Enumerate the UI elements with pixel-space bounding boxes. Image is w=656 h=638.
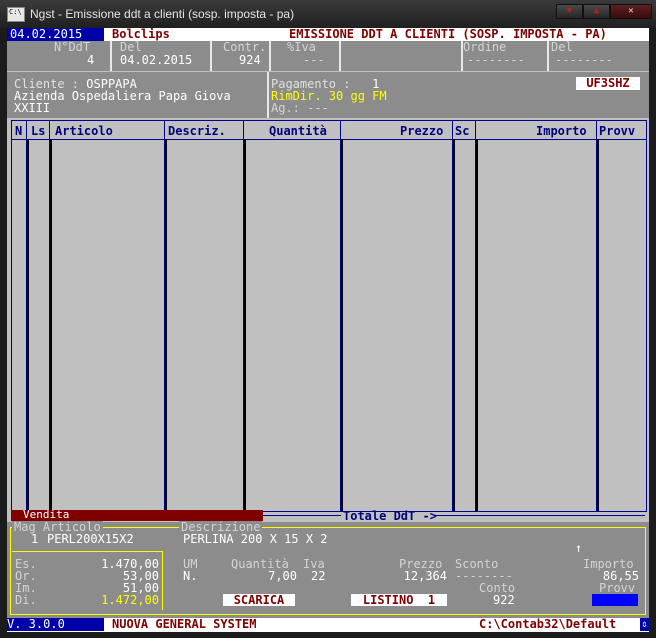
arrow-up-icon: ↑: [575, 541, 583, 555]
nddt-value[interactable]: 4: [87, 54, 94, 67]
customer-name-line2: XXIII: [14, 101, 51, 115]
close-button[interactable]: ✕: [610, 4, 652, 19]
scarica-button[interactable]: SCARICA: [223, 594, 295, 607]
console-icon-text: C:\: [9, 8, 22, 16]
resize-arrow-icon[interactable]: ⇕: [640, 618, 649, 631]
console-app-icon: C:\: [7, 7, 25, 22]
iva-detail-value[interactable]: 22: [311, 570, 325, 583]
grid-header-separator: [12, 139, 646, 140]
divider: [110, 41, 112, 71]
minimize-icon: ▼: [566, 6, 573, 16]
mag-value[interactable]: 1: [31, 533, 38, 546]
nddt-label: N°DdT: [54, 40, 91, 54]
date-value[interactable]: 04.02.2015: [120, 54, 192, 67]
grid-column-divider: [597, 139, 599, 511]
conto-value[interactable]: 922: [493, 594, 515, 607]
total-rule: [435, 515, 645, 516]
version-box: V. 3.0.0: [7, 618, 104, 631]
stock-label-di: Di.: [15, 593, 37, 607]
col-header-prezzo[interactable]: Prezzo: [400, 125, 443, 138]
articolo-value[interactable]: PERL200X15X2: [47, 533, 134, 546]
grid-column-divider: [244, 139, 246, 511]
agent-label: Ag.:: [271, 101, 300, 115]
col-header-descrizione[interactable]: Descriz.: [168, 125, 226, 138]
grid-column-divider: [476, 139, 478, 511]
agent-value[interactable]: ---: [307, 101, 329, 115]
console-client-area: 04.02.2015 Bolclips EMISSIONE DDT A CLIE…: [7, 28, 649, 632]
agent-line: Ag.: ---: [271, 102, 329, 115]
grid-column-divider: [165, 139, 167, 511]
col-header-quantita[interactable]: Quantità: [269, 125, 327, 138]
grid-column-divider: [50, 139, 52, 511]
grid-column-divider: [27, 139, 29, 511]
iva-value[interactable]: ---: [303, 54, 325, 67]
window-title: Ngst - Emissione ddt a clienti (sosp. im…: [30, 7, 295, 21]
window-titlebar[interactable]: C:\ Ngst - Emissione ddt a clienti (sosp…: [0, 0, 656, 28]
minimize-button[interactable]: ▼: [556, 4, 583, 19]
close-icon: ✕: [628, 6, 634, 16]
divider: [547, 41, 549, 71]
col-header-provv[interactable]: Provv: [599, 125, 635, 138]
order-date-value[interactable]: --------: [555, 54, 613, 67]
system-name: NUOVA GENERAL SYSTEM: [112, 617, 257, 631]
divider: [339, 41, 341, 71]
um-value[interactable]: N.: [183, 570, 197, 583]
grid-column-divider: [341, 139, 343, 511]
customer-code-box: UF3SHZ: [576, 77, 640, 90]
divider: [269, 41, 271, 71]
divider: [267, 72, 269, 118]
restore-button[interactable]: ▲: [583, 4, 610, 19]
col-header-ls[interactable]: Ls: [31, 125, 45, 138]
rows-grid[interactable]: N Ls Articolo Descriz. Quantità Prezzo S…: [11, 120, 647, 512]
col-header-sconto[interactable]: Sc: [455, 125, 469, 138]
path-text: C:\Contab32\Default: [479, 617, 617, 631]
prezzo-value[interactable]: 12,364: [387, 570, 447, 583]
contr-value[interactable]: 924: [239, 54, 261, 67]
restore-icon: ▲: [593, 6, 600, 16]
total-leader: [263, 515, 341, 516]
provv-field[interactable]: [592, 594, 638, 606]
col-header-articolo[interactable]: Articolo: [55, 125, 113, 138]
col-header-importo[interactable]: Importo: [536, 125, 587, 138]
version-text: V. 3.0.0: [7, 617, 65, 631]
col-header-n[interactable]: N: [15, 125, 22, 138]
grid-column-divider: [453, 139, 455, 511]
descrizione-value[interactable]: PERLINA 200 X 15 X 2: [183, 533, 328, 546]
ordine-value[interactable]: --------: [467, 54, 525, 67]
stock-value-di: 1.472,00: [101, 593, 159, 607]
listino-button[interactable]: LISTINO 1: [351, 594, 447, 607]
divider: [210, 41, 212, 71]
quantita-value[interactable]: 7,00: [247, 570, 297, 583]
